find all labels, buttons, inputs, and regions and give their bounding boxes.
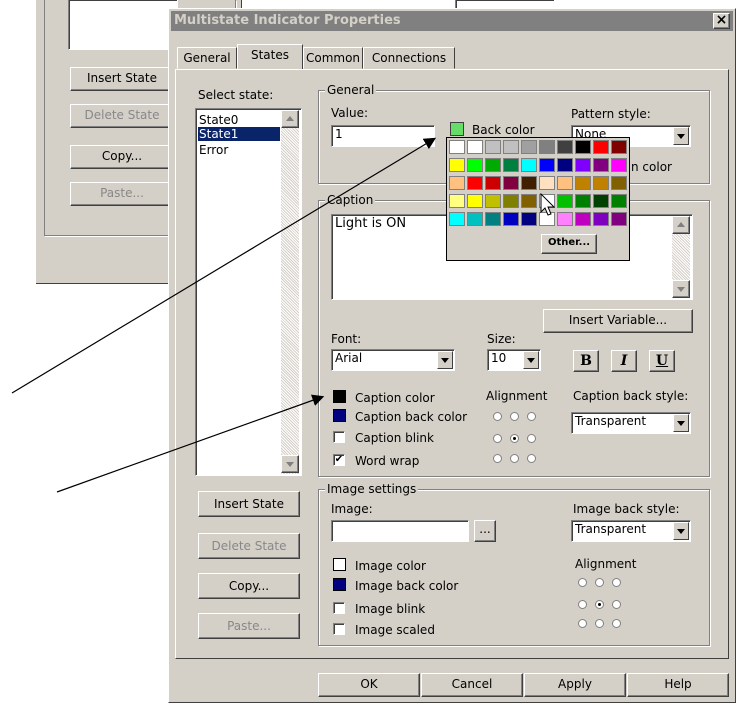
arrow-to-caption-color <box>56 394 325 493</box>
annotation-arrows <box>11 137 437 493</box>
arrow-to-back-color <box>11 137 437 394</box>
